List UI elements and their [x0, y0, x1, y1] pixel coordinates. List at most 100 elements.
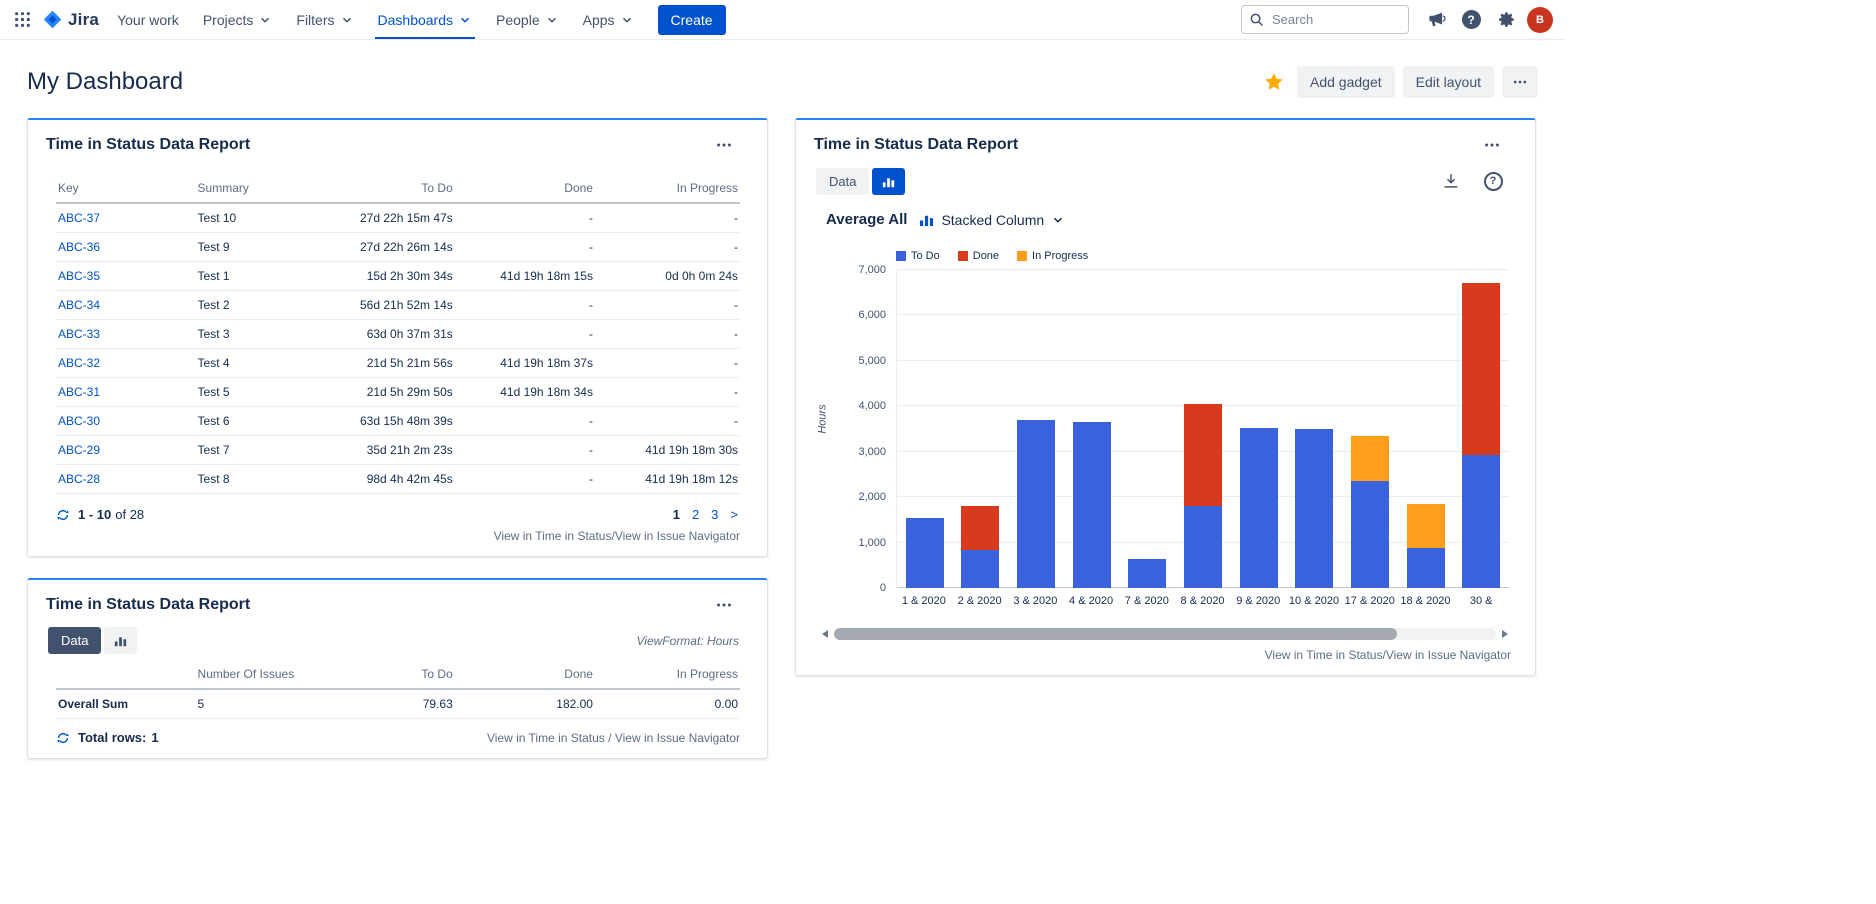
inprogress-cell: -	[595, 349, 740, 378]
issue-key-link[interactable]: ABC-36	[58, 240, 100, 254]
inprogress-cell: 41d 19h 18m 30s	[595, 436, 740, 465]
favorite-star-icon[interactable]	[1263, 71, 1285, 93]
bar-segment-to-do	[906, 518, 944, 588]
issue-key-link[interactable]: ABC-31	[58, 385, 100, 399]
issue-key-link[interactable]: ABC-28	[58, 472, 100, 486]
user-avatar[interactable]: B	[1527, 7, 1553, 33]
y-tick-label: 0	[880, 582, 886, 594]
download-icon[interactable]	[1437, 167, 1465, 195]
data-view-button[interactable]: Data	[48, 627, 101, 654]
column-header: To Do	[315, 662, 455, 689]
status-table-body: ABC-37Test 1027d 22h 15m 47s--ABC-36Test…	[56, 203, 740, 494]
x-tick-label: 4 & 2020	[1063, 595, 1119, 607]
footer-link[interactable]: View in Issue Navigator	[615, 731, 740, 745]
x-tick-label: 3 & 2020	[1007, 595, 1063, 607]
bar-8&2020	[1184, 270, 1222, 588]
chart-help-icon[interactable]: ?	[1479, 167, 1507, 195]
issue-row: ABC-32Test 421d 5h 21m 56s41d 19h 18m 37…	[56, 349, 740, 378]
todo-cell: 98d 4h 42m 45s	[315, 465, 455, 494]
issue-row: ABC-28Test 898d 4h 42m 45s-41d 19h 18m 1…	[56, 465, 740, 494]
gadget-time-in-status-chart: Time in Status Data Report Data	[795, 118, 1536, 676]
view-toggle-group: Data	[48, 627, 137, 654]
refresh-icon[interactable]	[56, 508, 70, 522]
announcements-megaphone-icon[interactable]	[1422, 6, 1450, 34]
footer-link[interactable]: View in Issue Navigator	[615, 529, 740, 543]
summary-cell: Test 7	[196, 436, 316, 465]
issue-key-link[interactable]: ABC-33	[58, 327, 100, 341]
nav-item-people[interactable]: People	[493, 0, 562, 39]
bar-segment-to-do	[1184, 506, 1222, 588]
page-link-1[interactable]: 1	[673, 507, 680, 522]
scrollbar-track[interactable]	[834, 628, 1496, 640]
y-tick-label: 7,000	[858, 264, 886, 276]
issue-key-link[interactable]: ABC-30	[58, 414, 100, 428]
page-link-3[interactable]: 3	[711, 507, 718, 522]
nav-item-your-work[interactable]: Your work	[114, 0, 182, 39]
column-header: In Progress	[595, 662, 740, 689]
issue-key-link[interactable]: ABC-32	[58, 356, 100, 370]
bar-1&2020	[906, 270, 944, 588]
next-page-link[interactable]: >	[730, 507, 738, 522]
edit-layout-button[interactable]: Edit layout	[1403, 66, 1494, 98]
nav-item-filters[interactable]: Filters	[293, 0, 356, 39]
chart-horizontal-scrollbar[interactable]	[819, 627, 1511, 640]
done-cell: -	[455, 291, 595, 320]
jira-logo-icon	[42, 9, 63, 30]
y-tick-label: 6,000	[858, 309, 886, 321]
footer-link[interactable]: View in Time in Status	[1265, 648, 1383, 662]
footer-link[interactable]: View in Time in Status	[494, 529, 612, 543]
issue-row: ABC-34Test 256d 21h 52m 14s--	[56, 291, 740, 320]
chart-subheader: Average All Stacked Column	[796, 201, 1535, 232]
help-question-mark: ?	[1462, 10, 1481, 29]
footer-link[interactable]: View in Time in Status	[487, 731, 605, 745]
settings-gear-icon[interactable]	[1492, 6, 1520, 34]
issue-key-link[interactable]: ABC-37	[58, 211, 100, 225]
bar-10&2020	[1295, 270, 1333, 588]
inprogress-cell: 0d 0h 0m 24s	[595, 262, 740, 291]
nav-item-apps[interactable]: Apps	[580, 0, 637, 39]
summary-cell: Test 10	[196, 203, 316, 233]
gadget-more-icon[interactable]	[713, 134, 735, 156]
gadget-title: Time in Status Data Report	[46, 136, 250, 154]
column-header: To Do	[315, 176, 455, 203]
app-switcher-icon[interactable]	[8, 6, 36, 34]
y-tick-label: 4,000	[858, 400, 886, 412]
gadget-more-icon[interactable]	[1481, 134, 1503, 156]
todo-cell: 35d 21h 2m 23s	[315, 436, 455, 465]
dashboard-more-icon[interactable]	[1502, 66, 1538, 98]
sum-table-head-row: Number Of IssuesTo DoDoneIn Progress	[56, 662, 740, 689]
chart-type-dropdown[interactable]: Stacked Column	[919, 212, 1065, 228]
inprogress-cell: -	[595, 233, 740, 262]
inprogress-cell: -	[595, 203, 740, 233]
legend-item: To Do	[896, 250, 940, 262]
scroll-left-arrow-icon[interactable]	[819, 628, 831, 640]
inprogress-cell: -	[595, 320, 740, 349]
chart-view-button[interactable]	[104, 627, 137, 654]
refresh-icon[interactable]	[56, 731, 70, 745]
jira-logo[interactable]: Jira	[36, 9, 105, 30]
x-tick-label: 10 & 2020	[1286, 595, 1342, 607]
footer-link[interactable]: View in Issue Navigator	[1386, 648, 1511, 662]
x-tick-label: 7 & 2020	[1119, 595, 1175, 607]
chart-plot	[896, 270, 1509, 588]
done-cell: 41d 19h 18m 37s	[455, 349, 595, 378]
page-link-2[interactable]: 2	[692, 507, 699, 522]
scrollbar-thumb[interactable]	[834, 628, 1397, 640]
gadget-more-icon[interactable]	[713, 594, 735, 616]
chart-view-button[interactable]	[872, 168, 905, 195]
issue-row: ABC-33Test 363d 0h 37m 31s--	[56, 320, 740, 349]
nav-item-dashboards[interactable]: Dashboards	[375, 0, 476, 39]
create-button[interactable]: Create	[658, 5, 726, 35]
add-gadget-button[interactable]: Add gadget	[1297, 66, 1395, 98]
issue-key-link[interactable]: ABC-34	[58, 298, 100, 312]
data-view-button[interactable]: Data	[816, 168, 869, 195]
issue-key-link[interactable]: ABC-29	[58, 443, 100, 457]
help-icon[interactable]: ?	[1457, 6, 1485, 34]
scroll-right-arrow-icon[interactable]	[1499, 628, 1511, 640]
issue-key-link[interactable]: ABC-35	[58, 269, 100, 283]
issue-row: ABC-36Test 927d 22h 26m 14s--	[56, 233, 740, 262]
nav-item-projects[interactable]: Projects	[200, 0, 276, 39]
todo-cell: 56d 21h 52m 14s	[315, 291, 455, 320]
done-cell: -	[455, 436, 595, 465]
search-input[interactable]	[1241, 5, 1409, 34]
